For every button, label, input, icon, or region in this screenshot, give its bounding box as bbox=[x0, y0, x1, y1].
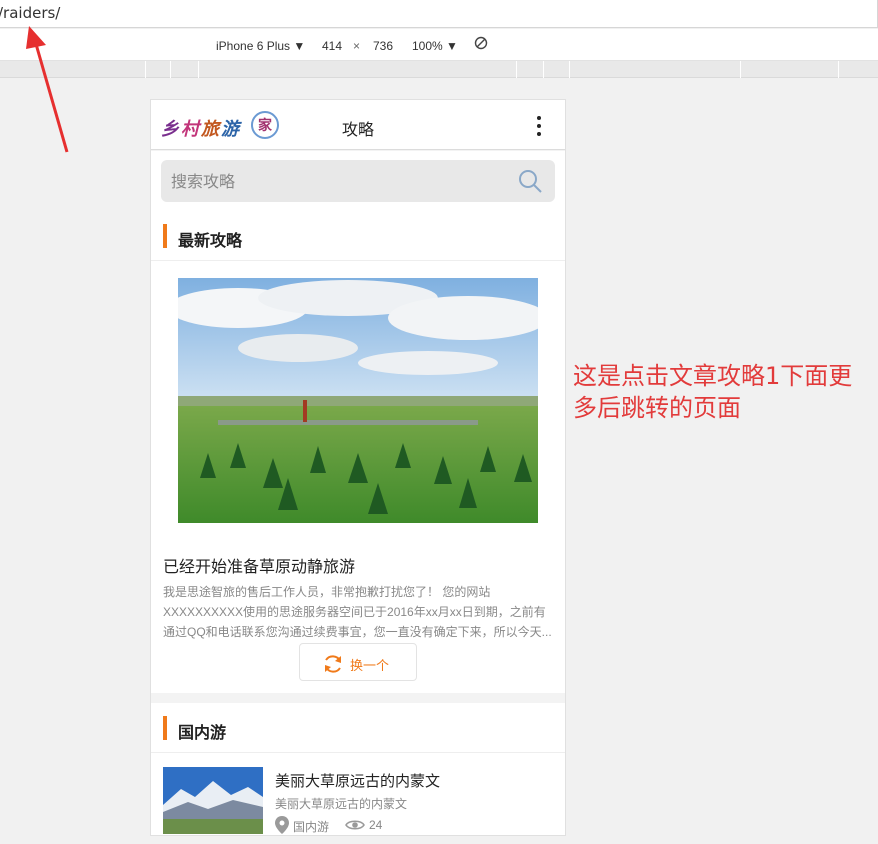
item-title[interactable]: 美丽大草原远古的内蒙文 bbox=[275, 770, 440, 791]
domestic-section: 国内游 美丽大草原远古的内蒙文 美丽大草原远古的内蒙文 国内游 24 bbox=[151, 703, 565, 835]
article-summary: 我是思途智旅的售后工作人员，非常抱歉打扰您了！ 您的网站XXXXXXXXXX使用… bbox=[163, 585, 552, 639]
red-arrow-annotation bbox=[26, 26, 69, 153]
height-field[interactable]: 736 bbox=[373, 39, 393, 53]
item-thumbnail bbox=[163, 767, 263, 834]
app-header: 乡村旅游 家 攻略 bbox=[151, 100, 565, 150]
eye-icon bbox=[345, 820, 365, 830]
article-photo[interactable] bbox=[178, 278, 538, 523]
item-views: 24 bbox=[369, 818, 383, 832]
device-toolbar: iPhone 6 Plus ▼ 414 × 736 100% ▼ bbox=[0, 29, 878, 61]
article-title[interactable]: 已经开始准备草原动静旅游 bbox=[163, 553, 355, 577]
section-accent-bar bbox=[163, 224, 167, 248]
mobile-viewport: 乡村旅游 家 攻略 最新攻略 bbox=[150, 99, 566, 836]
address-bar[interactable]: /raiders/ bbox=[0, 0, 878, 28]
search-input[interactable] bbox=[171, 169, 491, 193]
zoom-select[interactable]: 100% ▼ bbox=[412, 39, 458, 53]
section-title: 最新攻略 bbox=[178, 233, 243, 250]
times-sign: × bbox=[353, 39, 361, 53]
search-box bbox=[161, 160, 555, 202]
media-query-ruler bbox=[0, 61, 878, 78]
section-title: 国内游 bbox=[178, 725, 227, 742]
device-select[interactable]: iPhone 6 Plus ▼ bbox=[216, 39, 305, 53]
search-icon[interactable] bbox=[517, 168, 543, 194]
page-title: 攻略 bbox=[341, 122, 374, 139]
swap-label: 换一个 bbox=[350, 658, 390, 673]
refresh-icon bbox=[325, 655, 341, 673]
item-subtitle: 美丽大草原远古的内蒙文 bbox=[275, 797, 408, 811]
location-pin-icon bbox=[275, 816, 289, 834]
more-menu-icon[interactable] bbox=[535, 114, 543, 138]
rotate-icon[interactable] bbox=[474, 36, 488, 53]
zoom-value: 100% bbox=[412, 39, 443, 53]
search-section bbox=[151, 151, 565, 211]
swap-button[interactable]: 换一个 bbox=[299, 643, 417, 681]
section-header: 最新攻略 bbox=[151, 211, 565, 261]
item-location: 国内游 bbox=[293, 820, 330, 834]
device-name: iPhone 6 Plus bbox=[216, 39, 291, 53]
section-header: 国内游 bbox=[151, 703, 565, 753]
section-accent-bar bbox=[163, 716, 167, 740]
annotation-note: 这是点击文章攻略1下面更多后跳转的页面 bbox=[573, 362, 853, 422]
width-field[interactable]: 414 bbox=[322, 39, 342, 53]
latest-section: 最新攻略 已经开始准备草原动静旅游 我是思途智旅的售后工作人员，非常抱歉打扰您了… bbox=[151, 211, 565, 693]
list-item[interactable]: 美丽大草原远古的内蒙文 美丽大草原远古的内蒙文 国内游 24 bbox=[151, 764, 565, 835]
